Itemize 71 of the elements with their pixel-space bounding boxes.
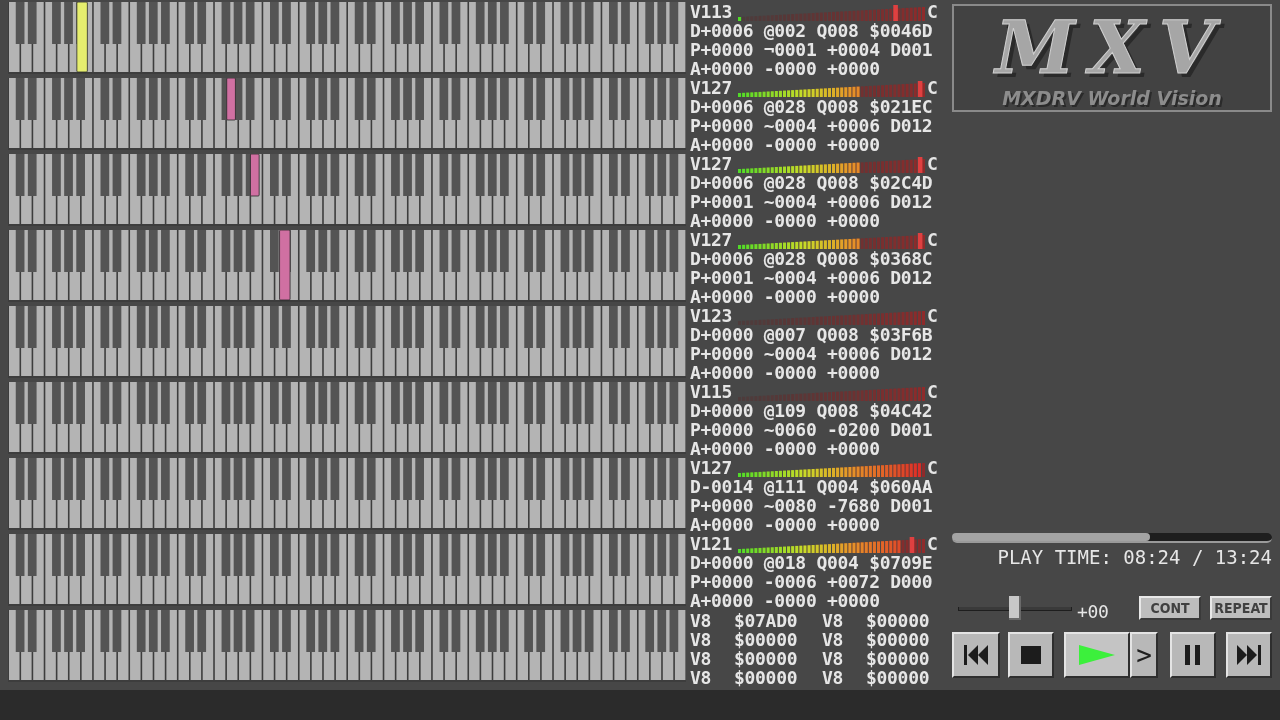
clip-indicator: C [927,2,938,21]
pitch-reading: +00 [1077,601,1109,621]
channel-status-line: A+0000 -0000 +0000 [690,363,881,382]
step-button[interactable]: > [1130,632,1158,678]
channel-status-line: A+0000 -0000 +0000 [690,591,881,610]
channel-status-line: P+0000 ¬0001 +0004 D001 [690,40,934,59]
channel-status-line: D+0000 @018 Q004 $0709E [690,553,934,572]
channel-status-line: A+0000 -0000 +0000 [690,59,881,78]
channel-status-line: P+0001 ~0004 +0006 D012 [690,192,934,211]
volume-readout: V127 [690,458,734,477]
mode-button[interactable]: REPEAT [1210,596,1272,620]
pcm-volume: V8 [822,668,845,687]
play-time: PLAY TIME: 08:24 / 13:24 [997,546,1272,568]
pcm-address: $00000 [866,649,931,668]
channel-status-line: A+0000 -0000 +0000 [690,287,881,306]
clip-indicator: C [927,154,938,173]
channel-status-line: P+0000 ~0080 -7680 D001 [690,496,934,515]
channel-status-line: A+0000 -0000 +0000 [690,439,881,458]
pcm-address: $00000 [866,630,931,649]
volume-readout: V115 [690,382,734,401]
pcm-volume: V8 [690,611,713,630]
pitch-slider[interactable] [958,596,1072,620]
clip-indicator: C [927,382,938,401]
pcm-volume: V8 [822,630,845,649]
channel-status-line: A+0000 -0000 +0000 [690,515,881,534]
pcm-volume: V8 [690,668,713,687]
pcm-address: $00000 [734,630,799,649]
mode-button[interactable]: CONT [1139,596,1201,620]
logo-subtitle: MXDRV World Vision [1002,88,1222,108]
stop-button[interactable] [1008,632,1054,678]
pcm-volume: V8 [822,611,845,630]
channel-status-line: P+0000 ~0004 +0006 D012 [690,116,934,135]
clip-indicator: C [927,306,938,325]
channel-status-line: D+0006 @002 Q008 $0046D [690,21,934,40]
volume-readout: V127 [690,230,734,249]
clip-indicator: C [927,78,938,97]
volume-readout: V121 [690,534,734,553]
clip-indicator: C [927,458,938,477]
volume-readout: V127 [690,78,734,97]
play-button[interactable] [1064,632,1130,678]
progress-bar[interactable] [952,533,1272,543]
channel-status-line: P+0000 -0006 +0072 D000 [690,572,934,591]
channel-status-line: D+0006 @028 Q008 $0368C [690,249,934,268]
channel-status-line: D-0014 @111 Q004 $060AA [690,477,934,496]
channel-status-line: D+0006 @028 Q008 $021EC [690,97,934,116]
volume-readout: V113 [690,2,734,21]
slider-thumb[interactable] [1009,596,1021,620]
previous-button[interactable] [952,632,1000,678]
pcm-address: $07AD0 [734,611,799,630]
channel-status-line: D+0000 @007 Q008 $03F6B [690,325,934,344]
clip-indicator: C [927,230,938,249]
pcm-volume: V8 [690,630,713,649]
channel-status-line: D+0000 @109 Q008 $04C42 [690,401,934,420]
channel-status-line: D+0006 @028 Q008 $02C4D [690,173,934,192]
channel-status-line: A+0000 -0000 +0000 [690,135,881,154]
channel-status-line: P+0000 ~0060 -0200 D001 [690,420,934,439]
pcm-address: $00000 [866,611,931,630]
logo-mark: MXV [995,8,1229,88]
pause-button[interactable] [1170,632,1216,678]
pcm-address: $00000 [734,649,799,668]
volume-readout: V127 [690,154,734,173]
next-button[interactable] [1226,632,1272,678]
channel-status-line: P+0001 ~0004 +0006 D012 [690,268,934,287]
pcm-volume: V8 [690,649,713,668]
volume-readout: V123 [690,306,734,325]
channel-status-line: P+0000 ~0004 +0006 D012 [690,344,934,363]
pcm-volume: V8 [822,649,845,668]
clip-indicator: C [927,534,938,553]
channel-status-line: A+0000 -0000 +0000 [690,211,881,230]
pcm-address: $00000 [734,668,799,687]
pcm-address: $00000 [866,668,931,687]
